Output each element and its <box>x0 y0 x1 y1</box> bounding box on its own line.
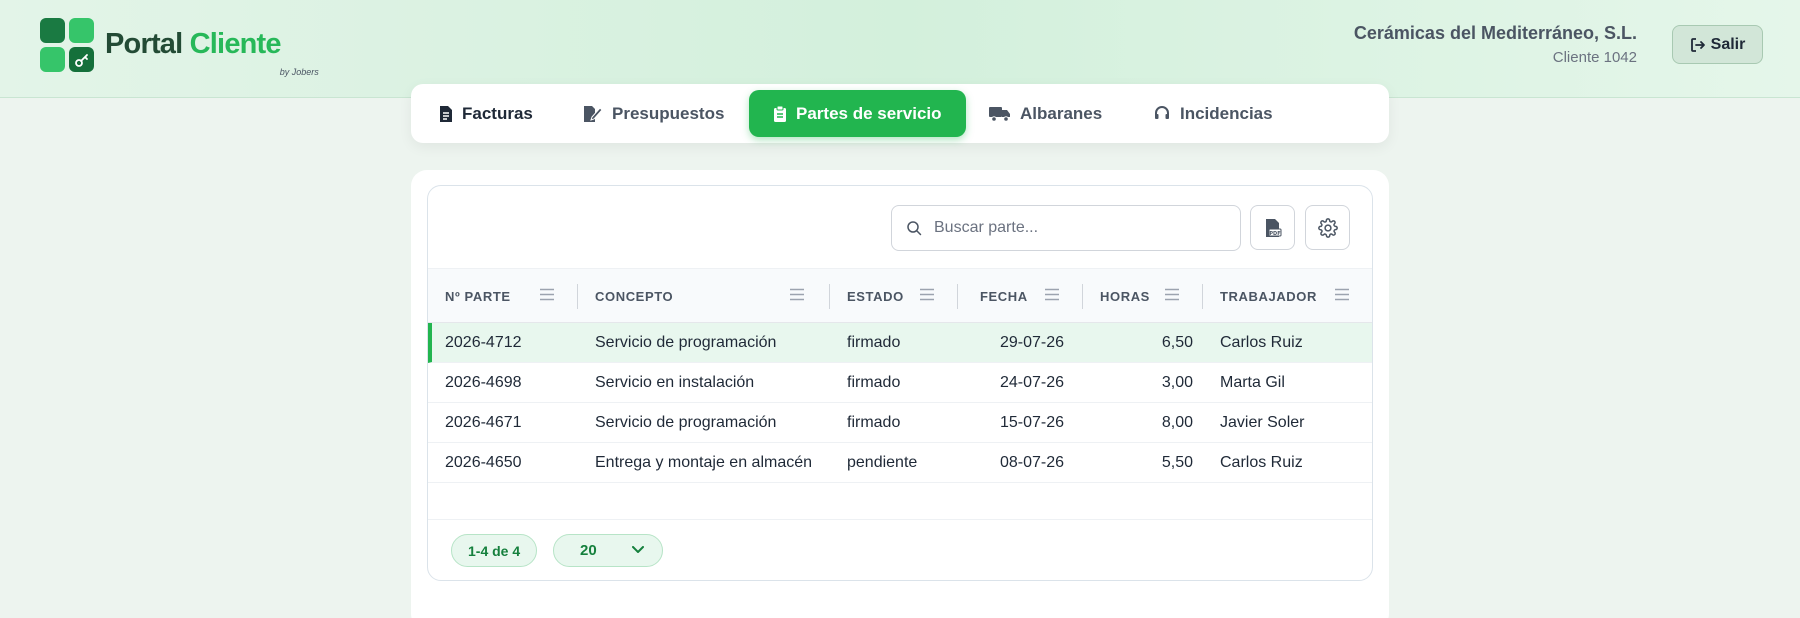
pdf-export-icon: PDF <box>1265 218 1281 237</box>
table-settings-button[interactable] <box>1305 205 1350 250</box>
cell-numero: 2026-4650 <box>445 454 522 471</box>
cell-concepto: Entrega y montaje en almacén <box>595 454 813 471</box>
logo-byline: by Jobers <box>279 66 319 77</box>
cell-fecha: 08-07-26 <box>1000 454 1065 471</box>
page-size-select[interactable]: 20 <box>553 534 663 567</box>
cell-estado: firmado <box>847 414 901 431</box>
column-header-fecha[interactable]: FECHA <box>980 269 1028 324</box>
logo-mark <box>40 18 94 72</box>
column-resize-handle[interactable] <box>829 284 830 309</box>
export-pdf-button[interactable]: PDF <box>1250 205 1295 250</box>
logout-label: Salir <box>1710 35 1746 53</box>
table-row[interactable]: 2026-4712 Servicio de programación firma… <box>428 323 1372 363</box>
logo-title: Portal Cliente <box>105 27 282 60</box>
column-menu-icon[interactable] <box>1165 288 1179 306</box>
service-reports-table-panel: PDF Nº PARTE CONCEPTO ESTADO FECHA HORAS… <box>427 185 1373 581</box>
cell-fecha: 24-07-26 <box>1000 374 1065 391</box>
cell-numero: 2026-4712 <box>445 334 522 351</box>
headset-icon <box>1155 105 1169 119</box>
column-header-trabajador[interactable]: TRABAJADOR <box>1220 269 1317 324</box>
invoice-icon <box>440 105 452 122</box>
cell-trabajador: Javier Soler <box>1220 414 1305 431</box>
cell-fecha: 15-07-26 <box>1000 414 1065 431</box>
cell-numero: 2026-4698 <box>445 374 522 391</box>
table-header: Nº PARTE CONCEPTO ESTADO FECHA HORAS TRA… <box>428 268 1373 324</box>
chevron-down-icon <box>632 546 644 553</box>
search-input[interactable] <box>934 219 1224 237</box>
tab-facturas[interactable]: Facturas <box>439 90 533 137</box>
logout-icon <box>1690 37 1705 52</box>
company-info: Cerámicas del Mediterráneo, S.L. Cliente… <box>1354 23 1637 66</box>
cell-fecha: 29-07-26 <box>1000 334 1065 351</box>
truck-icon <box>989 106 1010 122</box>
column-resize-handle[interactable] <box>577 284 578 309</box>
search-icon <box>907 221 922 236</box>
column-header-numero[interactable]: Nº PARTE <box>445 269 511 324</box>
tab-partes-de-servicio[interactable]: Partes de servicio <box>749 90 966 137</box>
cell-horas: 8,00 <box>1161 414 1193 431</box>
column-menu-icon[interactable] <box>1335 288 1349 306</box>
cell-concepto: Servicio en instalación <box>595 374 755 391</box>
svg-text:PDF: PDF <box>1269 231 1280 237</box>
cell-concepto: Servicio de programación <box>595 334 777 351</box>
cell-horas: 6,50 <box>1161 334 1193 351</box>
client-number: Cliente 1042 <box>1552 49 1637 66</box>
cell-horas: 5,50 <box>1161 454 1193 471</box>
section-tabs: Facturas Presupuestos Partes de servicio… <box>411 84 1389 143</box>
cell-trabajador: Marta Gil <box>1220 374 1285 391</box>
cell-trabajador: Carlos Ruiz <box>1220 454 1303 471</box>
tab-albaranes[interactable]: Albaranes <box>989 90 1102 137</box>
quote-edit-icon <box>584 105 603 122</box>
column-menu-icon[interactable] <box>540 288 554 306</box>
column-header-estado[interactable]: ESTADO <box>847 269 904 324</box>
table-row[interactable]: 2026-4671 Servicio de programación firma… <box>428 403 1372 443</box>
column-menu-icon[interactable] <box>920 288 934 306</box>
gear-icon <box>1317 217 1338 238</box>
company-name: Cerámicas del Mediterráneo, S.L. <box>1353 23 1637 43</box>
cell-numero: 2026-4671 <box>445 414 522 431</box>
search-box[interactable] <box>891 205 1241 251</box>
table-row[interactable]: 2026-4698 Servicio en instalación firmad… <box>428 363 1372 403</box>
clipboard-icon <box>774 105 786 122</box>
cell-horas: 3,00 <box>1161 374 1193 391</box>
column-menu-icon[interactable] <box>790 288 804 306</box>
column-resize-handle[interactable] <box>1372 284 1373 309</box>
cell-trabajador: Carlos Ruiz <box>1220 334 1303 351</box>
cell-estado: firmado <box>847 374 901 391</box>
cell-concepto: Servicio de programación <box>595 414 777 431</box>
pagination-range: 1-4 de 4 <box>451 534 538 567</box>
table-row[interactable]: 2026-4650 Entrega y montaje en almacén p… <box>428 443 1372 483</box>
key-icon <box>69 47 94 72</box>
column-header-concepto[interactable]: CONCEPTO <box>595 269 673 324</box>
column-resize-handle[interactable] <box>1202 284 1203 309</box>
cell-estado: pendiente <box>847 454 918 471</box>
column-resize-handle[interactable] <box>1082 284 1083 309</box>
page-size-value: 20 <box>580 542 597 559</box>
table-footer-divider <box>428 519 1372 520</box>
column-menu-icon[interactable] <box>1045 288 1059 306</box>
tab-incidencias[interactable]: Incidencias <box>1153 90 1273 137</box>
logout-button[interactable]: Salir <box>1672 25 1763 64</box>
cell-estado: firmado <box>847 334 901 351</box>
column-resize-handle[interactable] <box>957 284 958 309</box>
tab-presupuestos[interactable]: Presupuestos <box>583 90 724 137</box>
portal-logo[interactable]: Portal Cliente by Jobers <box>40 18 319 77</box>
column-header-horas[interactable]: HORAS <box>1100 269 1150 324</box>
service-reports-card: PDF Nº PARTE CONCEPTO ESTADO FECHA HORAS… <box>411 170 1389 618</box>
